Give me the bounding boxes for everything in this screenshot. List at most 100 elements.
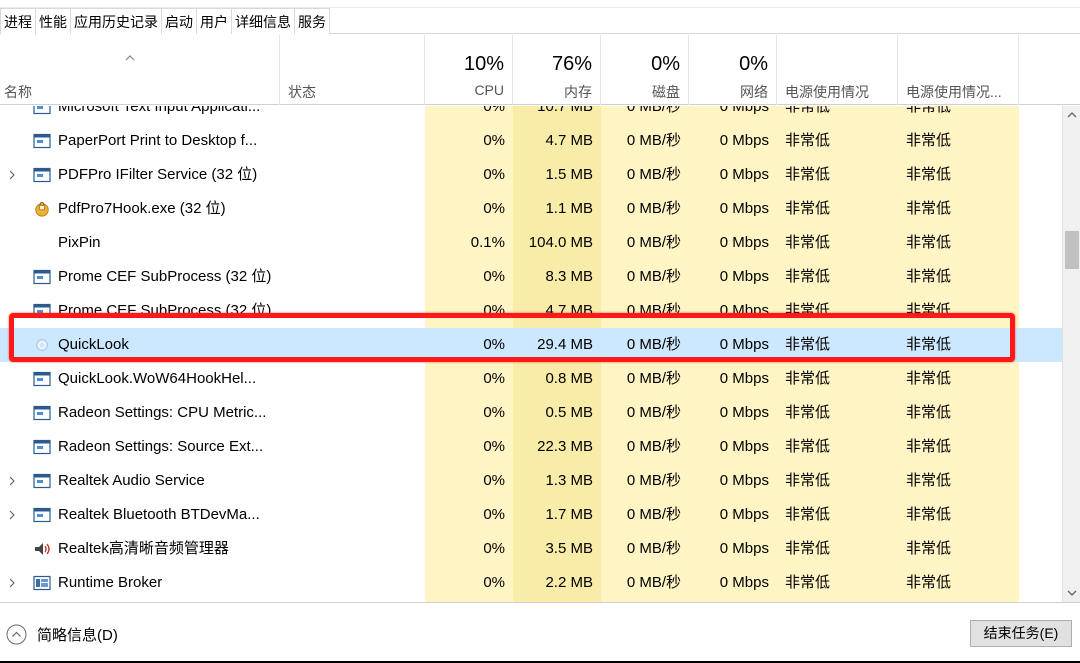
table-row[interactable]: Microsoft Text Input Applicati... 0% 10.7 … — [0, 106, 1062, 124]
header-disk-column[interactable]: 0% 磁盘 — [601, 35, 689, 105]
process-name: Prome CEF SubProcess (32 位) — [58, 302, 272, 319]
speaker-icon — [33, 541, 51, 557]
table-row[interactable]: Radeon Settings: Source Ext... 0% 22.3 MB 0… — [0, 430, 1062, 464]
table-row[interactable]: Realtek高清晰音频管理器 0% 3.5 MB 0 MB/秒 0 Mbps 非常低 非常… — [0, 532, 1062, 566]
header-name-column[interactable]: 名称 — [0, 35, 280, 105]
cell-network: 0 Mbps — [719, 268, 769, 285]
cell-cpu: 0% — [483, 540, 505, 557]
table-row[interactable]: PixPin 0.1% 104.0 MB 0 MB/秒 0 Mbps 非常低 非常低 — [0, 226, 1062, 260]
cell-memory: 8.3 MB — [545, 268, 593, 285]
cell-cpu: 0.1% — [470, 234, 505, 251]
header-power-column[interactable]: 电源使用情况 — [777, 35, 898, 105]
table-row[interactable]: PDFPro IFilter Service (32 位) 0% 1.5 MB 0 M… — [0, 158, 1062, 192]
cell-cpu: 0% — [483, 574, 505, 591]
fewer-details-button[interactable]: 简略信息(D) — [6, 623, 118, 645]
expand-chevron-icon[interactable] — [8, 578, 16, 588]
cell-power: 非常低 — [785, 132, 831, 149]
header-power-trend-column[interactable]: 电源使用情况... — [898, 35, 1019, 105]
cell-memory: 3.5 MB — [545, 540, 593, 557]
process-name: PDFPro IFilter Service (32 位) — [58, 166, 258, 183]
end-task-button[interactable]: 结束任务(E) — [970, 620, 1072, 647]
cell-network: 0 Mbps — [719, 336, 769, 353]
table-row[interactable]: Realtek Bluetooth BTDevMa... 0% 1.7 MB 0 MB… — [0, 498, 1062, 532]
cell-power: 非常低 — [785, 302, 831, 319]
table-row[interactable]: Prome CEF SubProcess (32 位) 0% 8.3 MB 0 MB/… — [0, 260, 1062, 294]
broker-icon — [33, 575, 51, 591]
table-row[interactable]: QuickLook.WoW64HookHel... 0% 0.8 MB 0 MB/秒 0… — [0, 362, 1062, 396]
cell-power: 非常低 — [785, 200, 831, 217]
header-network-percent: 0% — [739, 53, 768, 75]
header-memory-label: 内存 — [564, 84, 592, 100]
cell-cpu: 0% — [483, 336, 505, 353]
window-icon — [33, 507, 51, 523]
window-icon — [33, 371, 51, 387]
tab-details[interactable]: 详细信息 — [232, 8, 295, 34]
cell-network: 0 Mbps — [719, 106, 769, 115]
header-memory-percent: 76% — [551, 53, 592, 75]
expand-chevron-icon[interactable] — [8, 170, 16, 180]
tab-processes[interactable]: 进程 — [0, 8, 36, 35]
header-network-label: 网络 — [740, 84, 768, 100]
cell-power-trend: 非常低 — [906, 336, 952, 353]
table-row[interactable]: Prome CEF SubProcess (32 位) 0% 4.7 MB 0 MB/… — [0, 294, 1062, 328]
scroll-down-icon[interactable] — [1063, 584, 1080, 602]
tab-app-history[interactable]: 应用历史记录 — [71, 8, 162, 34]
scrollbar-thumb[interactable] — [1065, 231, 1079, 269]
cell-network: 0 Mbps — [719, 506, 769, 523]
cell-power-trend: 非常低 — [906, 166, 952, 183]
cell-memory: 2.2 MB — [545, 574, 593, 591]
window-top-strip — [0, 0, 1080, 8]
cell-memory: 1.1 MB — [545, 200, 593, 217]
cell-power-trend: 非常低 — [906, 302, 952, 319]
cell-disk: 0 MB/秒 — [626, 132, 681, 149]
cell-power: 非常低 — [785, 336, 831, 353]
window-icon — [33, 133, 51, 149]
process-name: QuickLook.WoW64HookHel... — [58, 370, 257, 387]
header-network-column[interactable]: 0% 网络 — [689, 35, 777, 105]
tab-performance[interactable]: 性能 — [36, 8, 71, 34]
cell-power-trend: 非常低 — [906, 200, 952, 217]
window-icon — [33, 473, 51, 489]
cell-disk: 0 MB/秒 — [626, 404, 681, 421]
process-name: Prome CEF SubProcess (32 位) — [58, 268, 272, 285]
vertical-scrollbar[interactable] — [1062, 106, 1080, 602]
header-cpu-column[interactable]: 10% CPU — [425, 35, 513, 105]
table-row[interactable]: PdfPro7Hook.exe (32 位) 0% 1.1 MB 0 MB/秒 0 Mb… — [0, 192, 1062, 226]
cell-network: 0 Mbps — [719, 370, 769, 387]
table-row[interactable]: PaperPort Print to Desktop f... 0% 4.7 MB 0… — [0, 124, 1062, 158]
cell-power: 非常低 — [785, 234, 831, 251]
tab-services[interactable]: 服务 — [295, 8, 330, 34]
footer-bar: 简略信息(D) 结束任务(E) — [0, 602, 1080, 663]
table-row[interactable]: Radeon Settings: CPU Metric... 0% 0.5 MB 0 … — [0, 396, 1062, 430]
expand-chevron-icon[interactable] — [8, 476, 16, 486]
table-row[interactable]: Runtime Broker 0% 2.2 MB 0 MB/秒 0 Mbps 非常低 非常低 — [0, 566, 1062, 600]
cell-disk: 0 MB/秒 — [626, 574, 681, 591]
header-memory-column[interactable]: 76% 内存 — [513, 35, 601, 105]
table-row-selected[interactable]: QuickLook 0% 29.4 MB 0 MB/秒 0 Mbps 非常低 非常低 — [0, 328, 1062, 362]
cell-power-trend: 非常低 — [906, 132, 952, 149]
cell-cpu: 0% — [483, 472, 505, 489]
window-icon — [33, 167, 51, 183]
tab-startup[interactable]: 启动 — [162, 8, 197, 34]
cell-power-trend: 非常低 — [906, 404, 952, 421]
cell-network: 0 Mbps — [719, 200, 769, 217]
cell-memory: 0.5 MB — [545, 404, 593, 421]
expand-chevron-icon[interactable] — [8, 510, 16, 520]
cell-memory: 0.8 MB — [545, 370, 593, 387]
window-icon — [33, 269, 51, 285]
process-name: PaperPort Print to Desktop f... — [58, 132, 258, 149]
cell-cpu: 0% — [483, 166, 505, 183]
tab-users[interactable]: 用户 — [197, 8, 232, 34]
cell-network: 0 Mbps — [719, 404, 769, 421]
process-name: Realtek Audio Service — [58, 472, 205, 489]
cell-cpu: 0% — [483, 370, 505, 387]
header-status-column[interactable]: 状态 — [280, 35, 425, 105]
cell-power-trend: 非常低 — [906, 472, 952, 489]
chevron-up-circle-icon — [6, 624, 27, 644]
cell-memory: 22.3 MB — [537, 438, 593, 455]
hook-icon — [33, 201, 51, 217]
process-name: PixPin — [58, 234, 101, 251]
header-disk-label: 磁盘 — [652, 84, 680, 100]
scroll-up-icon[interactable] — [1063, 106, 1080, 124]
table-row[interactable]: Realtek Audio Service 0% 1.3 MB 0 MB/秒 0 Mbp… — [0, 464, 1062, 498]
